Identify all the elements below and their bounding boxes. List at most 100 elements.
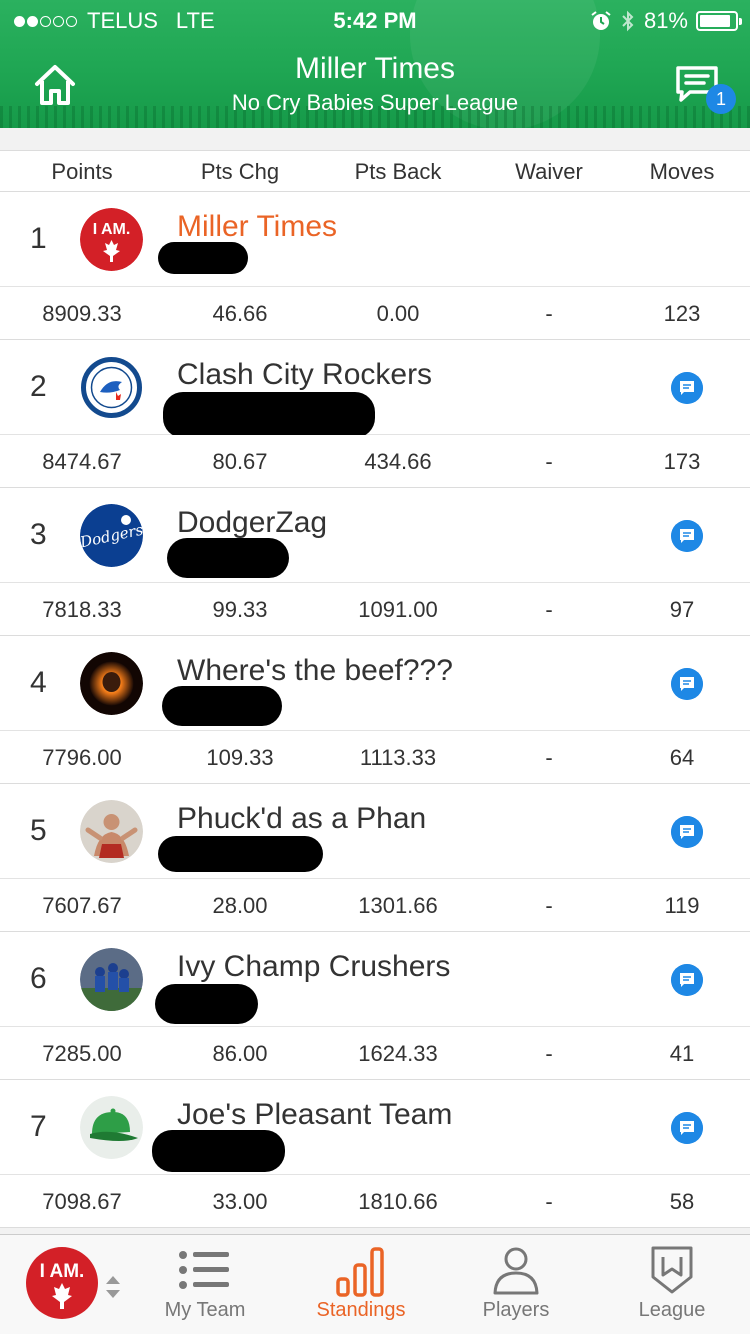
pts-chg-value: 33.00: [212, 1189, 268, 1214]
redacted-owner-name: [152, 1130, 285, 1172]
column-points[interactable]: Points: [22, 159, 142, 185]
team-rank: 7: [30, 1110, 47, 1143]
column-pts-back[interactable]: Pts Back: [338, 159, 458, 185]
chat-icon[interactable]: [671, 520, 703, 552]
team-rank: 6: [30, 962, 47, 995]
team-rank: 5: [30, 814, 47, 847]
team-stats-row: 8474.67 80.67 434.66 - 173: [0, 435, 750, 488]
bottom-tab-bar: I AM. My Team Standings Players League: [0, 1234, 750, 1334]
team-rank: 1: [30, 222, 47, 255]
pts-chg-value: 109.33: [206, 745, 274, 770]
pts-back-value: 434.66: [364, 449, 432, 474]
redacted-owner-name: [163, 392, 375, 438]
points-value: 7098.67: [42, 1189, 122, 1214]
column-waiver[interactable]: Waiver: [489, 159, 609, 185]
tab-standings[interactable]: Standings: [305, 1235, 417, 1334]
team-name[interactable]: DodgerZag: [177, 506, 327, 540]
flaming-skull-logo: [80, 652, 143, 715]
shield-icon: [651, 1246, 693, 1294]
team-row[interactable]: 1 I AM. Miller Times: [0, 192, 750, 287]
alarm-icon: [591, 11, 611, 30]
team-stats-row: 7607.67 28.00 1301.66 - 119: [0, 879, 750, 932]
pts-back-value: 1113.33: [359, 745, 437, 770]
team-name[interactable]: Where's the beef???: [177, 654, 453, 688]
waiver-value: -: [545, 301, 553, 326]
redacted-owner-name: [162, 686, 282, 726]
redacted-owner-name: [158, 836, 323, 872]
person-icon: [493, 1247, 539, 1295]
points-value: 8474.67: [42, 449, 122, 474]
team-name[interactable]: Miller Times: [177, 210, 337, 244]
pts-chg-value: 28.00: [212, 893, 268, 918]
standings-column-header: Points Pts Chg Pts Back Waiver Moves: [0, 150, 750, 192]
pts-back-value: 1624.33: [358, 1041, 438, 1066]
team-name[interactable]: Clash City Rockers: [177, 358, 432, 392]
team-name[interactable]: Phuck'd as a Phan: [177, 802, 426, 836]
bluetooth-icon: [622, 10, 634, 32]
points-value: 7818.33: [42, 597, 122, 622]
waiver-value: -: [545, 1189, 553, 1214]
column-pts-chg[interactable]: Pts Chg: [180, 159, 300, 185]
moves-value: 41: [669, 1041, 695, 1066]
team-stats-row: 7098.67 33.00 1810.66 - 58: [0, 1175, 750, 1228]
moves-value: 97: [669, 597, 695, 622]
pts-chg-value: 99.33: [212, 597, 268, 622]
sort-arrows-icon: [106, 1276, 120, 1298]
waiver-value: -: [545, 1041, 553, 1066]
redacted-owner-name: [158, 242, 248, 274]
waiver-value: -: [545, 745, 553, 770]
pts-back-value: 1301.66: [358, 893, 438, 918]
svg-text:I AM.: I AM.: [93, 221, 131, 238]
battery-icon: [696, 11, 742, 31]
chat-icon[interactable]: [671, 1112, 703, 1144]
column-moves[interactable]: Moves: [622, 159, 742, 185]
green-cap-logo: [80, 1096, 143, 1159]
points-value: 7285.00: [42, 1041, 122, 1066]
tab-label: My Team: [164, 1299, 246, 1321]
battery-percent: 81%: [643, 8, 688, 33]
tab-label: Players: [482, 1299, 550, 1321]
team-switcher[interactable]: I AM.: [20, 1235, 130, 1334]
bar-chart-icon: [336, 1247, 384, 1297]
page-title: Miller Times: [294, 52, 455, 85]
team-stats-row: 7285.00 86.00 1624.33 - 41: [0, 1027, 750, 1080]
redacted-owner-name: [155, 984, 258, 1024]
pts-chg-value: 86.00: [212, 1041, 268, 1066]
team-row[interactable]: 7 Joe's Pleasant Team: [0, 1080, 750, 1175]
points-value: 7796.00: [42, 745, 122, 770]
svg-text:I AM.: I AM.: [40, 1261, 85, 1282]
team-row[interactable]: 3 Dodgers DodgerZag: [0, 488, 750, 583]
points-value: 8909.33: [42, 301, 122, 326]
waiver-value: -: [545, 893, 553, 918]
team-row[interactable]: 2 Clash City Rockers: [0, 340, 750, 438]
waiver-value: -: [545, 597, 553, 622]
moves-value: 123: [663, 301, 701, 326]
tab-players[interactable]: Players: [460, 1235, 572, 1334]
team-rank: 3: [30, 518, 47, 551]
pts-back-value: 0.00: [376, 301, 420, 326]
list-icon: [179, 1251, 229, 1289]
team-rank: 2: [30, 370, 47, 403]
moves-value: 173: [663, 449, 701, 474]
pts-chg-value: 80.67: [212, 449, 268, 474]
points-value: 7607.67: [42, 893, 122, 918]
team-name[interactable]: Ivy Champ Crushers: [177, 950, 450, 984]
waiver-value: -: [545, 449, 553, 474]
tab-league[interactable]: League: [616, 1235, 728, 1334]
toronto-blue-jays-logo: [80, 356, 143, 419]
pts-back-value: 1091.00: [358, 597, 438, 622]
team-row[interactable]: 4 Where's the beef???: [0, 636, 750, 731]
tab-label: Standings: [316, 1299, 406, 1321]
chat-icon[interactable]: [671, 668, 703, 700]
team-name[interactable]: Joe's Pleasant Team: [177, 1098, 452, 1132]
tab-my-team[interactable]: My Team: [150, 1235, 260, 1334]
messages-badge: 1: [706, 84, 736, 114]
chat-icon[interactable]: [671, 964, 703, 996]
dodgers-logo: Dodgers: [80, 504, 143, 567]
chat-icon[interactable]: [671, 816, 703, 848]
team-row[interactable]: 6 Ivy Champ Crushers: [0, 932, 750, 1027]
team-row[interactable]: 5 Phuck'd as a Phan: [0, 784, 750, 879]
cubs-celebration-photo: [80, 948, 143, 1011]
team-stats-row: 7796.00 109.33 1113.33 - 64: [0, 731, 750, 784]
chat-icon[interactable]: [671, 372, 703, 404]
